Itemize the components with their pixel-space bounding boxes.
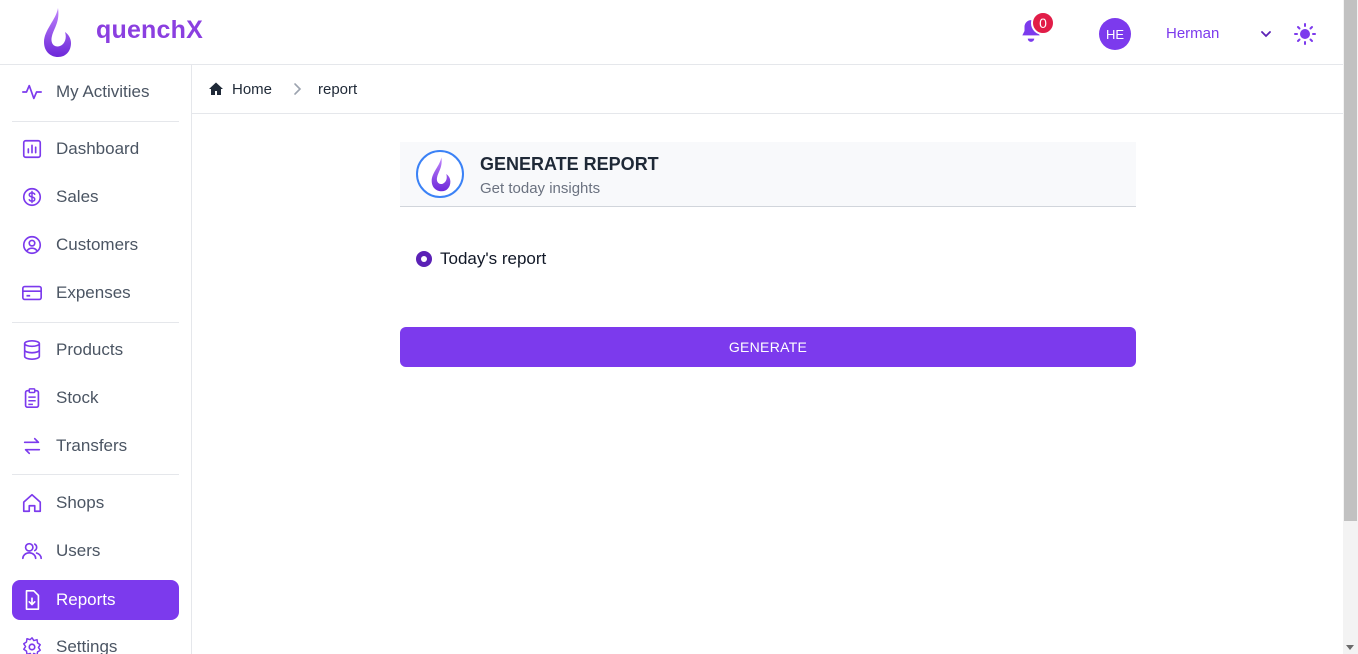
sidebar-item-label: Sales <box>56 187 99 206</box>
avatar[interactable]: HE <box>1099 18 1131 50</box>
sidebar-item-transfers[interactable]: Transfers <box>12 426 179 466</box>
card-logo <box>416 150 464 198</box>
scroll-down-arrow-icon[interactable] <box>1346 645 1354 650</box>
generate-button[interactable]: GENERATE <box>400 327 1136 367</box>
sidebar-item-customers[interactable]: Customers <box>12 225 179 265</box>
sidebar-item-reports[interactable]: Reports <box>12 580 179 620</box>
app-root: quenchX 0 HE Herman My Activities Dashbo… <box>0 0 1358 654</box>
sidebar-item-sales[interactable]: Sales <box>12 177 179 217</box>
sidebar-item-settings[interactable]: Settings <box>12 627 179 654</box>
bar-chart-icon <box>22 139 42 159</box>
card-title: GENERATE REPORT <box>480 154 659 174</box>
sidebar-item-label: Transfers <box>56 436 128 455</box>
sidebar-item-label: Settings <box>56 637 118 654</box>
sidebar-item-users[interactable]: Users <box>12 531 179 571</box>
sidebar-item-label: Expenses <box>56 283 131 302</box>
chevron-down-icon[interactable] <box>1259 27 1273 41</box>
sidebar-item-label: Users <box>56 541 101 560</box>
username-label[interactable]: Herman <box>1166 25 1219 42</box>
report-card-header: GENERATE REPORT Get today insights <box>400 142 1136 207</box>
sidebar-item-my-activities[interactable]: My Activities <box>12 72 179 112</box>
quenchx-logo-icon <box>431 157 451 192</box>
notification-badge: 0 <box>1031 11 1055 35</box>
todays-report-label: Today's report <box>440 249 547 268</box>
sidebar-item-label: Products <box>56 340 124 359</box>
sidebar-divider <box>12 322 179 323</box>
sidebar-item-shops[interactable]: Shops <box>12 483 179 523</box>
credit-card-icon <box>22 285 42 301</box>
sidebar: My Activities Dashboard Sales Customers … <box>0 65 192 654</box>
top-bar: quenchX 0 HE Herman <box>0 0 1343 65</box>
sidebar-item-products[interactable]: Products <box>12 330 179 370</box>
database-icon <box>23 340 41 360</box>
document-download-icon <box>25 590 40 610</box>
dollar-icon <box>22 187 42 207</box>
home-icon[interactable] <box>208 81 224 97</box>
page-scrollbar[interactable] <box>1343 0 1358 654</box>
quenchx-logo-icon <box>44 8 71 57</box>
sidebar-item-label: Dashboard <box>56 139 140 158</box>
sidebar-item-label: Shops <box>56 493 105 512</box>
activity-icon <box>22 84 42 100</box>
sidebar-item-dashboard[interactable]: Dashboard <box>12 129 179 169</box>
users-icon <box>22 542 42 560</box>
sidebar-item-stock[interactable]: Stock <box>12 378 179 418</box>
breadcrumb-current: report <box>318 81 358 98</box>
brand-name: quenchX <box>96 16 203 44</box>
clipboard-icon <box>24 388 40 408</box>
card-subtitle: Get today insights <box>480 180 601 197</box>
sidebar-item-label: Stock <box>56 388 99 407</box>
sidebar-item-label: My Activities <box>56 82 150 101</box>
breadcrumb-home-link[interactable]: Home <box>232 81 272 98</box>
chevron-right-icon <box>294 83 302 95</box>
sun-icon[interactable] <box>1294 23 1316 45</box>
scrollbar-thumb[interactable] <box>1344 0 1357 521</box>
home-icon <box>22 493 42 513</box>
todays-report-radio[interactable] <box>416 251 432 267</box>
arrows-swap-icon <box>23 437 41 455</box>
sidebar-item-expenses[interactable]: Expenses <box>12 273 179 313</box>
sidebar-item-label: Customers <box>56 235 139 254</box>
sidebar-divider <box>12 121 179 122</box>
breadcrumb: Home report <box>192 65 1343 114</box>
user-circle-icon <box>22 235 42 255</box>
gear-icon <box>23 637 41 654</box>
sidebar-divider <box>12 474 179 475</box>
sidebar-item-label: Reports <box>56 590 116 609</box>
todays-report-option[interactable]: Today's report <box>416 249 546 269</box>
